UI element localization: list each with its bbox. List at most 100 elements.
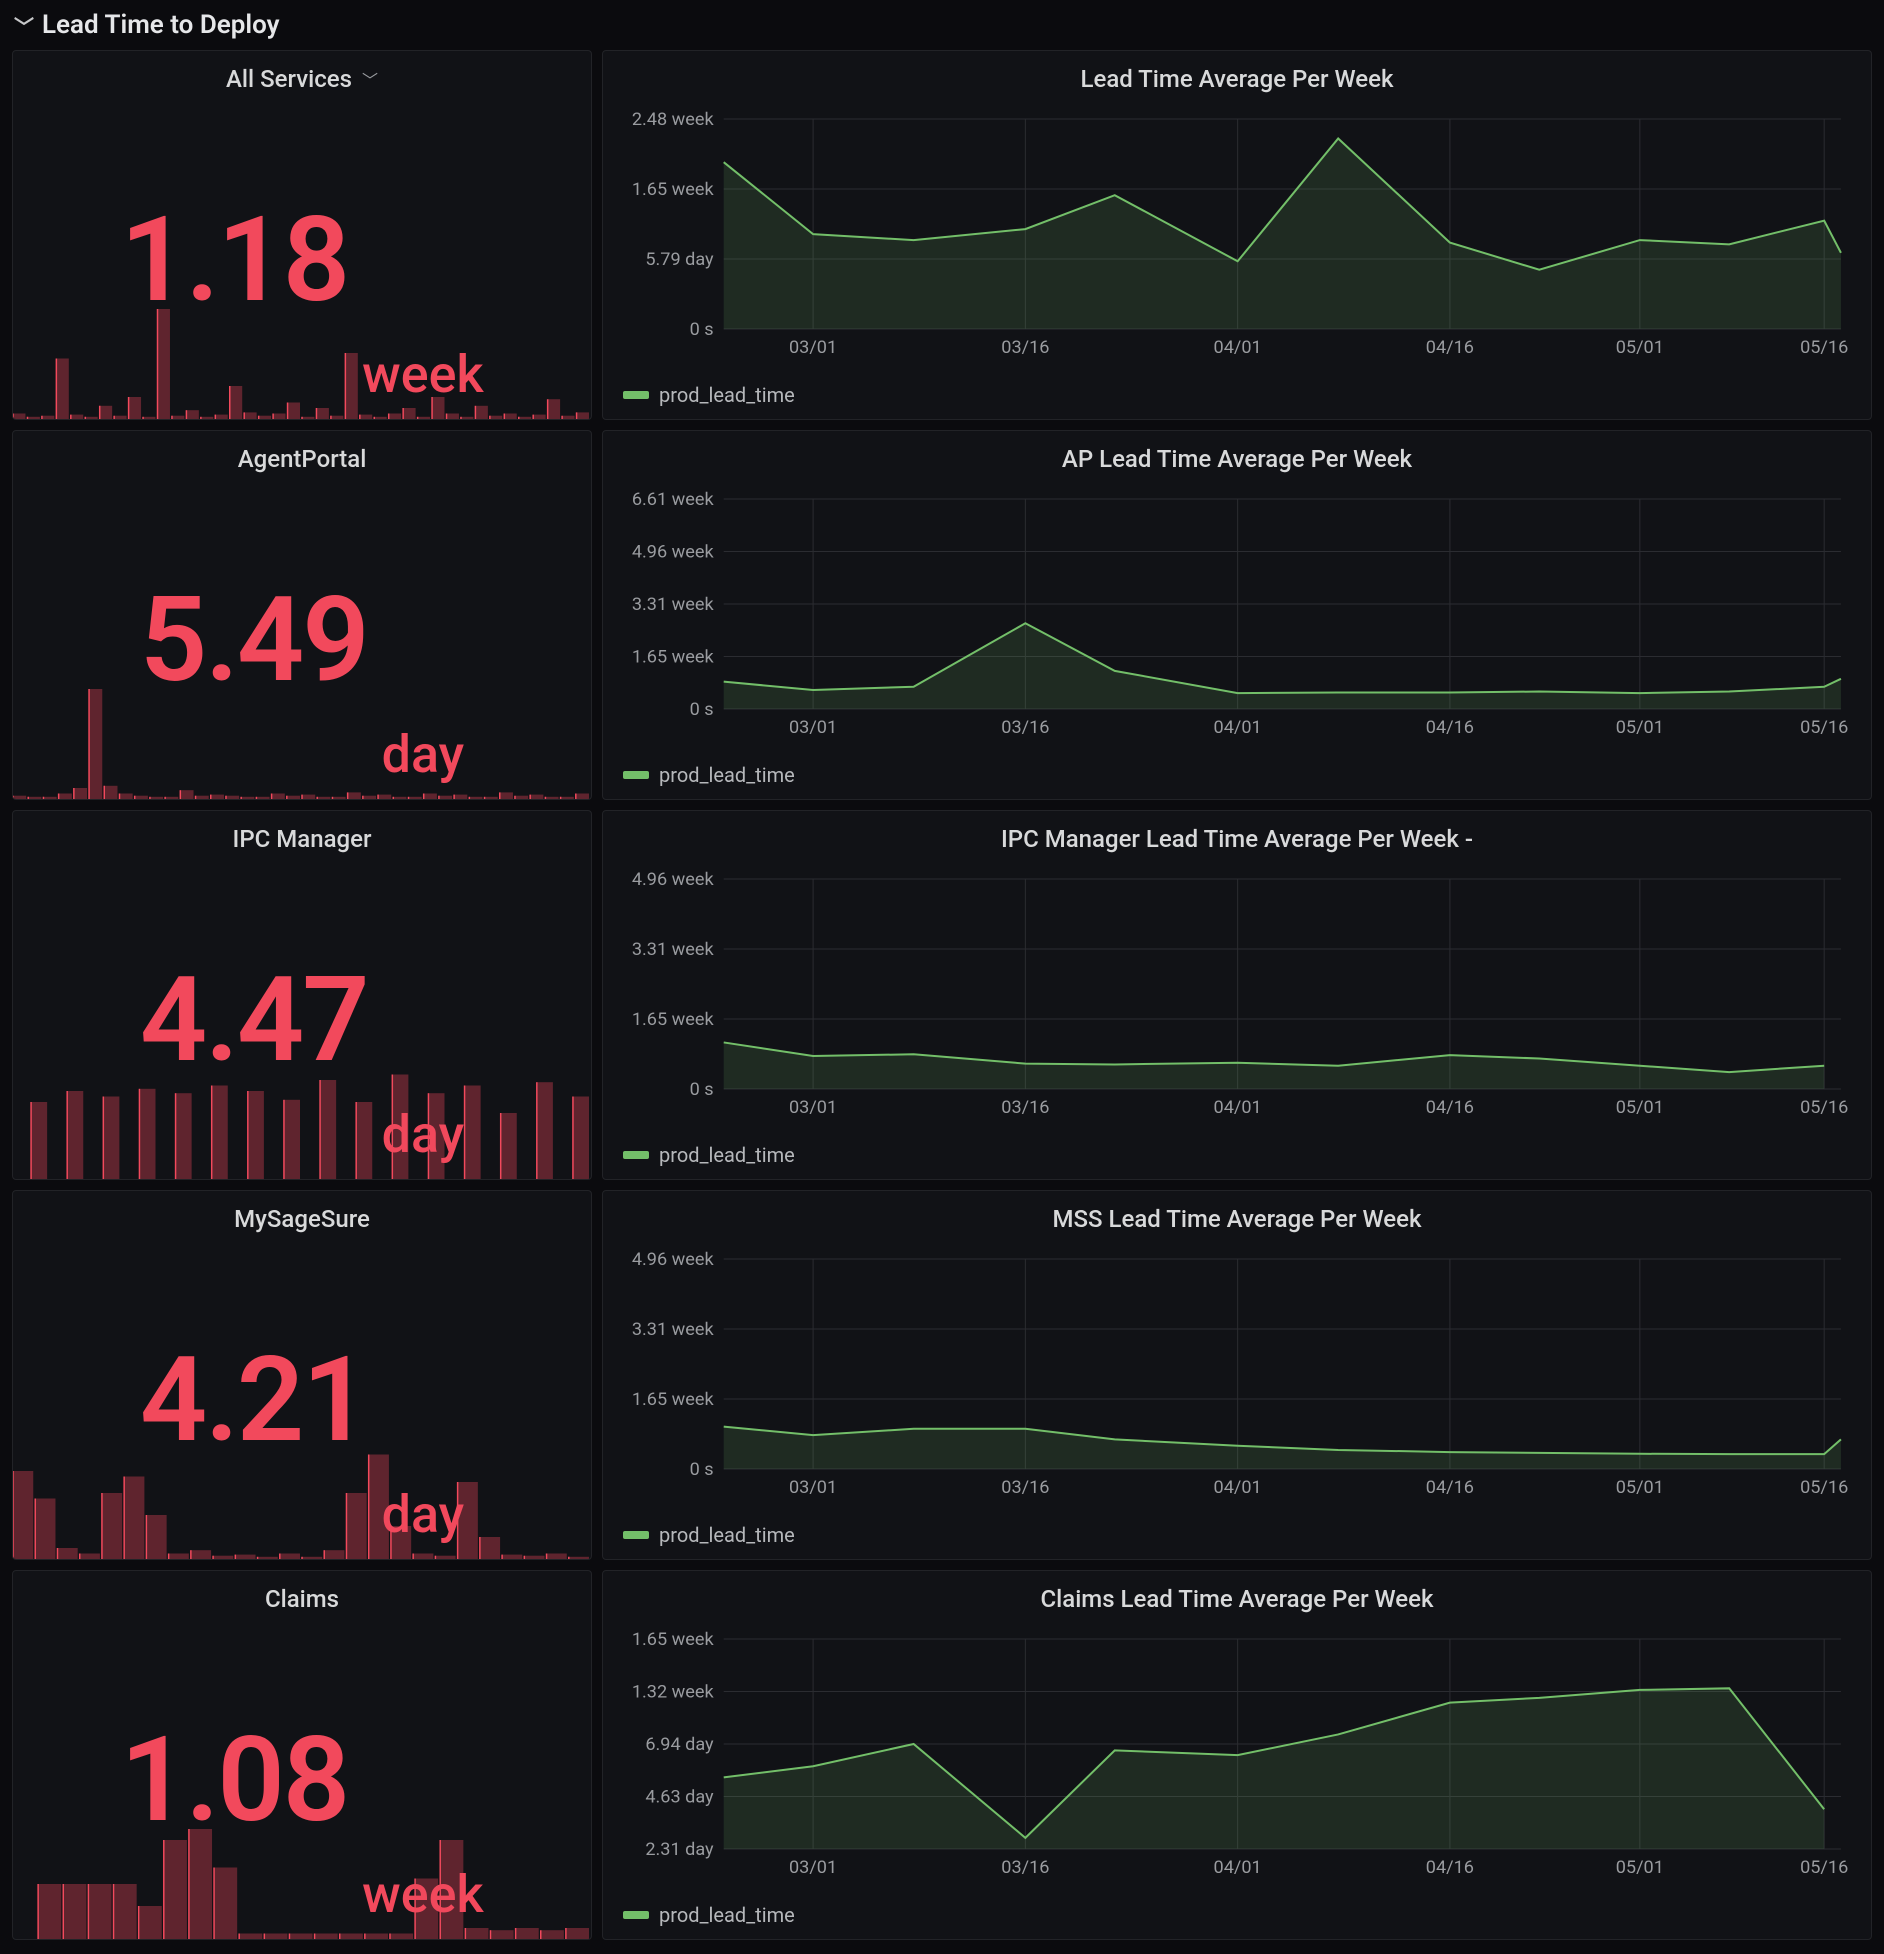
chart-panel[interactable]: Lead Time Average Per Week 0 s 5.79 day 1.… — [602, 50, 1872, 420]
svg-text:4.96 week: 4.96 week — [632, 869, 715, 890]
svg-text:05/01: 05/01 — [1616, 1477, 1664, 1498]
svg-text:3.31 week: 3.31 week — [632, 1319, 715, 1340]
chart-legend[interactable]: prod_lead_time — [623, 1523, 795, 1547]
svg-text:04/01: 04/01 — [1214, 1477, 1262, 1498]
svg-text:04/01: 04/01 — [1214, 717, 1262, 738]
svg-text:03/01: 03/01 — [789, 717, 837, 738]
svg-text:1.65 week: 1.65 week — [632, 647, 715, 668]
svg-text:05/01: 05/01 — [1616, 717, 1664, 738]
chart-legend[interactable]: prod_lead_time — [623, 1143, 795, 1167]
svg-text:03/01: 03/01 — [789, 1857, 837, 1878]
svg-text:04/16: 04/16 — [1426, 1477, 1474, 1498]
chart-panel[interactable]: Claims Lead Time Average Per Week 2.31 d… — [602, 1570, 1872, 1940]
chart-area: 0 s 5.79 day 1.65 week 2.48 week 03/01 03/16 0… — [613, 109, 1851, 359]
stat-value: 1.18 — [120, 201, 348, 319]
svg-text:05/01: 05/01 — [1616, 337, 1664, 358]
legend-label: prod_lead_time — [659, 1143, 795, 1167]
legend-label: prod_lead_time — [659, 1523, 795, 1547]
svg-text:1.32 week: 1.32 week — [632, 1682, 715, 1703]
section-header[interactable]: ﹀ Lead Time to Deploy — [0, 0, 1884, 50]
svg-text:2.31 day: 2.31 day — [645, 1839, 714, 1860]
svg-text:1.65 week: 1.65 week — [632, 179, 715, 200]
sparkline — [13, 309, 591, 419]
legend-label: prod_lead_time — [659, 1903, 795, 1927]
svg-text:5.79 day: 5.79 day — [645, 249, 714, 270]
stat-panel[interactable]: AgentPortal 5.49 day — [12, 430, 592, 800]
svg-text:05/16: 05/16 — [1800, 1477, 1848, 1498]
stat-value: 4.47 — [140, 961, 368, 1079]
stat-value: 5.49 — [140, 581, 368, 699]
svg-text:03/16: 03/16 — [1001, 717, 1049, 738]
stat-title-text: IPC Manager — [233, 825, 372, 853]
stat-title-text: MySageSure — [234, 1205, 370, 1233]
chart-legend[interactable]: prod_lead_time — [623, 383, 795, 407]
svg-text:05/16: 05/16 — [1800, 717, 1848, 738]
legend-swatch — [623, 1151, 649, 1159]
stat-panel[interactable]: IPC Manager 4.47 day — [12, 810, 592, 1180]
stat-panel-title: AgentPortal — [13, 431, 591, 479]
chart-title-text: MSS Lead Time Average Per Week — [1053, 1205, 1422, 1233]
svg-text:3.31 week: 3.31 week — [632, 939, 715, 960]
legend-swatch — [623, 391, 649, 399]
svg-text:4.63 day: 4.63 day — [645, 1787, 714, 1808]
chart-panel-title: Lead Time Average Per Week — [603, 51, 1871, 99]
chart-title-text: IPC Manager Lead Time Average Per Week - — [1001, 825, 1473, 853]
stat-panel-title: IPC Manager — [13, 811, 591, 859]
stat-panel[interactable]: All Services ﹀ 1.18 week — [12, 50, 592, 420]
legend-label: prod_lead_time — [659, 763, 795, 787]
svg-text:4.96 week: 4.96 week — [632, 542, 715, 563]
legend-swatch — [623, 1911, 649, 1919]
chart-title-text: Lead Time Average Per Week — [1081, 65, 1394, 93]
svg-text:04/16: 04/16 — [1426, 1857, 1474, 1878]
svg-text:04/01: 04/01 — [1214, 337, 1262, 358]
sparkline — [13, 1449, 591, 1559]
sparkline — [13, 1829, 591, 1939]
stat-panel[interactable]: Claims 1.08 week — [12, 1570, 592, 1940]
svg-text:03/01: 03/01 — [789, 337, 837, 358]
chart-panel[interactable]: MSS Lead Time Average Per Week 0 s 1.65 w… — [602, 1190, 1872, 1560]
svg-text:4.96 week: 4.96 week — [632, 1249, 715, 1270]
chart-title-text: Claims Lead Time Average Per Week — [1040, 1585, 1433, 1613]
stat-title-text: Claims — [265, 1585, 339, 1613]
chart-panel-title: IPC Manager Lead Time Average Per Week - — [603, 811, 1871, 859]
svg-text:6.61 week: 6.61 week — [632, 489, 715, 510]
svg-text:03/16: 03/16 — [1001, 337, 1049, 358]
svg-text:0 s: 0 s — [690, 1459, 714, 1480]
stat-title-text: All Services — [226, 65, 352, 93]
svg-text:04/01: 04/01 — [1214, 1857, 1262, 1878]
svg-text:03/01: 03/01 — [789, 1097, 837, 1118]
svg-text:03/16: 03/16 — [1001, 1477, 1049, 1498]
svg-text:1.65 week: 1.65 week — [632, 1009, 715, 1030]
svg-text:2.48 week: 2.48 week — [632, 109, 715, 130]
stat-value: 4.21 — [140, 1341, 368, 1459]
chart-area: 0 s 1.65 week 3.31 week 4.96 week 03/01 03/16… — [613, 1249, 1851, 1499]
legend-swatch — [623, 771, 649, 779]
svg-text:3.31 week: 3.31 week — [632, 594, 715, 615]
stat-title-text: AgentPortal — [238, 445, 367, 473]
chart-area: 2.31 day 4.63 day 6.94 day 1.32 week 1.65 we… — [613, 1629, 1851, 1879]
svg-text:6.94 day: 6.94 day — [645, 1734, 714, 1755]
svg-text:05/16: 05/16 — [1800, 337, 1848, 358]
svg-text:0 s: 0 s — [690, 319, 714, 340]
svg-text:0 s: 0 s — [690, 1079, 714, 1100]
chart-title-text: AP Lead Time Average Per Week — [1062, 445, 1412, 473]
stat-panel-title[interactable]: All Services ﹀ — [13, 51, 591, 99]
chart-legend[interactable]: prod_lead_time — [623, 1903, 795, 1927]
svg-text:04/16: 04/16 — [1426, 717, 1474, 738]
chart-area: 0 s1.65 week3.31 week4.96 week03/0103/16… — [613, 869, 1851, 1119]
chevron-down-icon: ﹀ — [362, 67, 378, 91]
chevron-down-icon: ﹀ — [14, 11, 34, 40]
stat-panel[interactable]: MySageSure 4.21 day — [12, 1190, 592, 1560]
svg-text:03/01: 03/01 — [789, 1477, 837, 1498]
stat-value: 1.08 — [120, 1721, 348, 1839]
chart-panel[interactable]: IPC Manager Lead Time Average Per Week -… — [602, 810, 1872, 1180]
chart-area: 0 s1.65 week3.31 week4.96 week6.61 week0… — [613, 489, 1851, 739]
svg-text:05/16: 05/16 — [1800, 1857, 1848, 1878]
chart-panel-title: AP Lead Time Average Per Week — [603, 431, 1871, 479]
svg-text:1.65 week: 1.65 week — [632, 1629, 715, 1650]
svg-text:1.65 week: 1.65 week — [632, 1389, 715, 1410]
chart-panel[interactable]: AP Lead Time Average Per Week 0 s1.65 we… — [602, 430, 1872, 800]
legend-label: prod_lead_time — [659, 383, 795, 407]
sparkline — [13, 1069, 591, 1179]
chart-legend[interactable]: prod_lead_time — [623, 763, 795, 787]
